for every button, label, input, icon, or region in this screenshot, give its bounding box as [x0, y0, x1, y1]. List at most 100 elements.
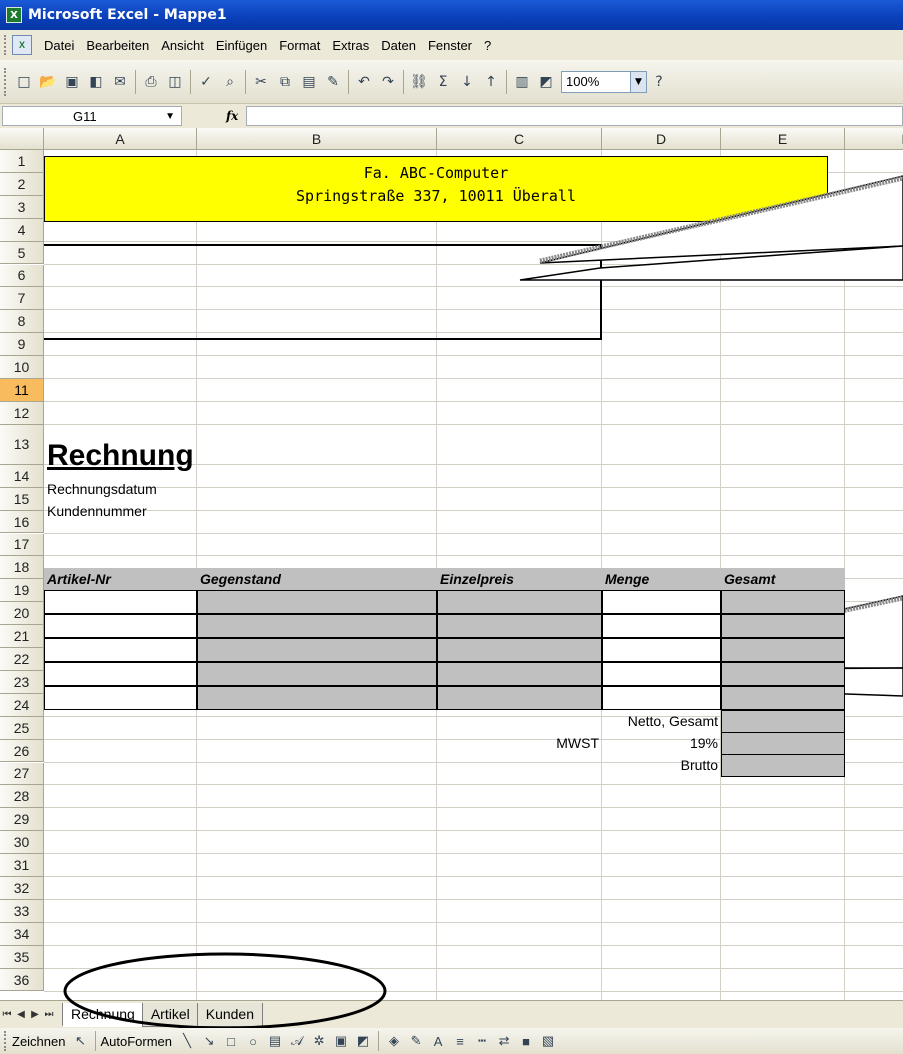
header-artikel-nr[interactable]: Artikel-Nr — [44, 568, 111, 590]
select-objects-icon[interactable]: ↖ — [70, 1031, 90, 1051]
header-menge[interactable]: Menge — [602, 568, 649, 590]
menu-daten[interactable]: Daten — [375, 38, 422, 53]
menu-format[interactable]: Format — [273, 38, 326, 53]
chart-wizard-icon[interactable]: ▥ — [511, 71, 533, 93]
worksheet-grid[interactable]: A B C D E F 1234567891011121314151617181… — [0, 128, 903, 1000]
menu-bearbeiten[interactable]: Bearbeiten — [80, 38, 155, 53]
table-cell[interactable] — [602, 614, 721, 638]
textbox-icon[interactable]: ▤ — [265, 1031, 285, 1051]
3d-icon[interactable]: ▧ — [538, 1031, 558, 1051]
drawing-icon[interactable]: ◩ — [535, 71, 557, 93]
table-cell[interactable] — [721, 638, 845, 662]
diagram-icon[interactable]: ✲ — [309, 1031, 329, 1051]
table-cell[interactable] — [721, 686, 845, 710]
menu-einfuegen[interactable]: Einfügen — [210, 38, 273, 53]
autosum-icon[interactable]: Σ — [432, 71, 454, 93]
table-cell[interactable] — [437, 638, 602, 662]
permission-icon[interactable]: ◧ — [85, 71, 107, 93]
toolbar-grip[interactable] — [4, 67, 8, 96]
table-cell[interactable] — [602, 638, 721, 662]
menu-help[interactable]: ? — [478, 38, 497, 53]
table-cell[interactable] — [602, 662, 721, 686]
autoshapes-menu[interactable]: AutoFormen — [100, 1034, 172, 1049]
menu-datei[interactable]: Datei — [38, 38, 80, 53]
table-cell[interactable] — [197, 590, 437, 614]
table-cell[interactable] — [721, 590, 845, 614]
help-icon[interactable]: ? — [648, 71, 670, 93]
save-icon[interactable]: ▣ — [61, 71, 83, 93]
oval-icon[interactable]: ○ — [243, 1031, 263, 1051]
menu-grip[interactable] — [4, 35, 8, 55]
line-style-icon[interactable]: ≡ — [450, 1031, 470, 1051]
draw-menu[interactable]: Zeichnen — [12, 1034, 65, 1049]
open-icon[interactable]: 📂 — [37, 71, 59, 93]
new-icon[interactable]: □ — [13, 71, 35, 93]
print-icon[interactable]: ⎙ — [140, 71, 162, 93]
table-cell[interactable] — [44, 614, 197, 638]
header-gegenstand[interactable]: Gegenstand — [197, 568, 281, 590]
picture-icon[interactable]: ◩ — [353, 1031, 373, 1051]
arrow-icon[interactable]: ↘ — [199, 1031, 219, 1051]
wordart-icon[interactable]: 𝒜 — [287, 1031, 307, 1051]
zoom-dropdown-icon[interactable]: ▼ — [631, 70, 647, 93]
formula-input[interactable] — [246, 106, 903, 126]
table-cell[interactable] — [197, 614, 437, 638]
table-cell[interactable] — [197, 638, 437, 662]
table-cell[interactable] — [197, 662, 437, 686]
zoom-select[interactable]: 100% — [561, 70, 631, 93]
drawbar-grip[interactable] — [4, 1031, 8, 1051]
menu-ansicht[interactable]: Ansicht — [155, 38, 210, 53]
name-box[interactable]: G11 ▼ — [2, 106, 182, 126]
menu-fenster[interactable]: Fenster — [422, 38, 478, 53]
shadow-icon[interactable]: ■ — [516, 1031, 536, 1051]
line-icon[interactable]: ╲ — [177, 1031, 197, 1051]
arrow-style-icon[interactable]: ⇄ — [494, 1031, 514, 1051]
netto-label[interactable]: Netto, Gesamt — [602, 710, 721, 732]
fill-color-icon[interactable]: ◈ — [384, 1031, 404, 1051]
customer-number-label[interactable]: Kundennummer — [44, 500, 150, 522]
table-cell[interactable] — [44, 686, 197, 710]
spelling-icon[interactable]: ✓ — [195, 71, 217, 93]
menu-extras[interactable]: Extras — [326, 38, 375, 53]
cut-icon[interactable]: ✂ — [250, 71, 272, 93]
header-einzelpreis[interactable]: Einzelpreis — [437, 568, 514, 590]
print-preview-icon[interactable]: ◫ — [164, 71, 186, 93]
table-cell[interactable] — [602, 686, 721, 710]
table-cell[interactable] — [44, 638, 197, 662]
undo-icon[interactable]: ↶ — [353, 71, 375, 93]
copy-icon[interactable]: ⧉ — [274, 71, 296, 93]
function-icon[interactable]: fx — [226, 109, 238, 123]
clipart-icon[interactable]: ▣ — [331, 1031, 351, 1051]
font-color-icon[interactable]: A — [428, 1031, 448, 1051]
table-cell[interactable] — [437, 614, 602, 638]
table-cell[interactable] — [437, 590, 602, 614]
email-icon[interactable]: ✉ — [109, 71, 131, 93]
format-painter-icon[interactable]: ✎ — [322, 71, 344, 93]
document-icon[interactable]: X — [12, 35, 32, 55]
brutto-value[interactable] — [721, 754, 845, 777]
mwst-label[interactable]: MWST — [437, 732, 602, 754]
table-cell[interactable] — [721, 614, 845, 638]
mwst-value[interactable] — [721, 732, 845, 755]
invoice-title[interactable]: Rechnung — [44, 436, 197, 476]
table-cell[interactable] — [602, 590, 721, 614]
hyperlink-icon[interactable]: ⛓ — [408, 71, 430, 93]
table-cell[interactable] — [44, 662, 197, 686]
paste-icon[interactable]: ▤ — [298, 71, 320, 93]
sort-asc-icon[interactable]: ↓ — [456, 71, 478, 93]
table-cell[interactable] — [44, 590, 197, 614]
research-icon[interactable]: ⌕ — [219, 71, 241, 93]
invoice-date-label[interactable]: Rechnungsdatum — [44, 478, 160, 500]
brutto-label[interactable]: Brutto — [602, 754, 721, 776]
name-box-dropdown-icon[interactable]: ▼ — [165, 111, 175, 122]
last-sheet-icon[interactable]: ⏭ — [42, 1009, 56, 1020]
netto-value[interactable] — [721, 710, 845, 733]
rectangle-icon[interactable]: □ — [221, 1031, 241, 1051]
table-cell[interactable] — [437, 686, 602, 710]
mwst-rate[interactable]: 19% — [602, 732, 721, 754]
next-sheet-icon[interactable]: ▶ — [28, 1009, 42, 1020]
header-gesamt[interactable]: Gesamt — [721, 568, 775, 590]
table-cell[interactable] — [197, 686, 437, 710]
table-cell[interactable] — [721, 662, 845, 686]
dash-style-icon[interactable]: ┅ — [472, 1031, 492, 1051]
